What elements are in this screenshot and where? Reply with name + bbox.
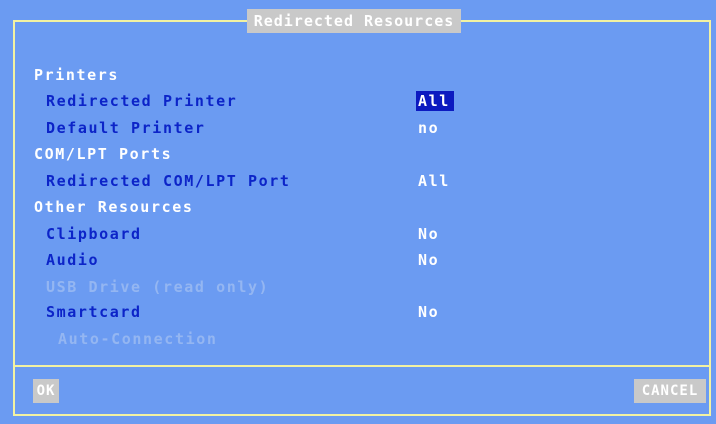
section-other-resources: Other Resources [34,198,194,216]
redirected-port-label[interactable]: Redirected COM/LPT Port [46,171,291,191]
clipboard-label[interactable]: Clipboard [46,224,142,244]
dialog-title: Redirected Resources [247,9,461,33]
clipboard-value[interactable]: No [418,224,439,244]
redirected-printer-value[interactable]: All [416,91,454,111]
redirected-port-value[interactable]: All [418,171,450,191]
usb-drive-label: USB Drive (read only) [46,278,270,296]
button-divider [13,365,711,367]
default-printer-value[interactable]: no [418,118,439,138]
dialog-screen: Redirected Resources Printers Redirected… [0,0,716,424]
default-printer-label[interactable]: Default Printer [46,118,205,138]
smartcard-value[interactable]: No [418,302,439,322]
smartcard-label[interactable]: Smartcard [46,302,142,322]
redirected-printer-label[interactable]: Redirected Printer [46,91,237,111]
cancel-button[interactable]: CANCEL [634,379,706,403]
auto-connection-label: Auto-Connection [58,330,218,348]
ok-button[interactable]: OK [33,379,59,403]
section-printers: Printers [34,66,120,84]
section-com-lpt-ports: COM/LPT Ports [34,145,173,163]
audio-value[interactable]: No [418,250,439,270]
audio-label[interactable]: Audio [46,250,99,270]
